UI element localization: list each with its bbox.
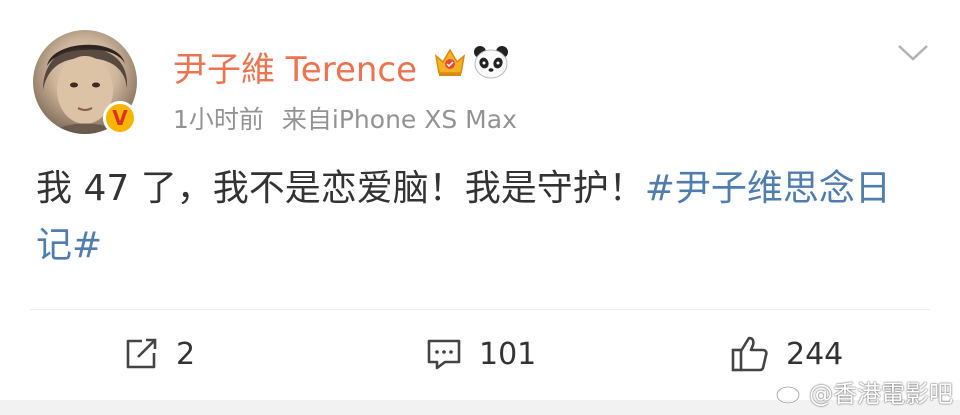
divider [30,309,930,310]
comment-icon [427,339,461,370]
panda-icon [474,46,508,79]
repost-button[interactable]: 2 [122,334,195,374]
repost-icon [126,338,157,369]
chevron-down-icon[interactable] [896,42,930,64]
username[interactable]: 尹子維 Terence [173,42,417,91]
like-button[interactable]: 244 [730,334,843,374]
watermark: @香港電影吧 [775,374,953,409]
post-text: 我 47 了，我不是恋爱脑！我是守护！ [36,168,645,209]
weibo-icon [776,381,804,404]
post-time: 1小时前 [173,105,264,134]
crown-icon [434,48,466,76]
comment-button[interactable]: 101 [425,334,536,374]
weibo-post-card: V 尹子維 Terence 1小时前 来自iPhone XS Max 我 47 了… [0,0,960,415]
watermark-text: @香港電影吧 [809,380,953,408]
verified-badge: V [103,101,137,135]
like-count: 244 [786,336,844,372]
comment-count: 101 [479,336,537,372]
repost-count: 2 [176,336,196,372]
post-content: 我 47 了，我不是恋爱脑！我是守护！#尹子维思念日记# [36,160,916,274]
like-icon [731,336,768,372]
post-meta: 1小时前 来自iPhone XS Max [173,100,517,136]
post-source: 来自iPhone XS Max [281,105,517,134]
